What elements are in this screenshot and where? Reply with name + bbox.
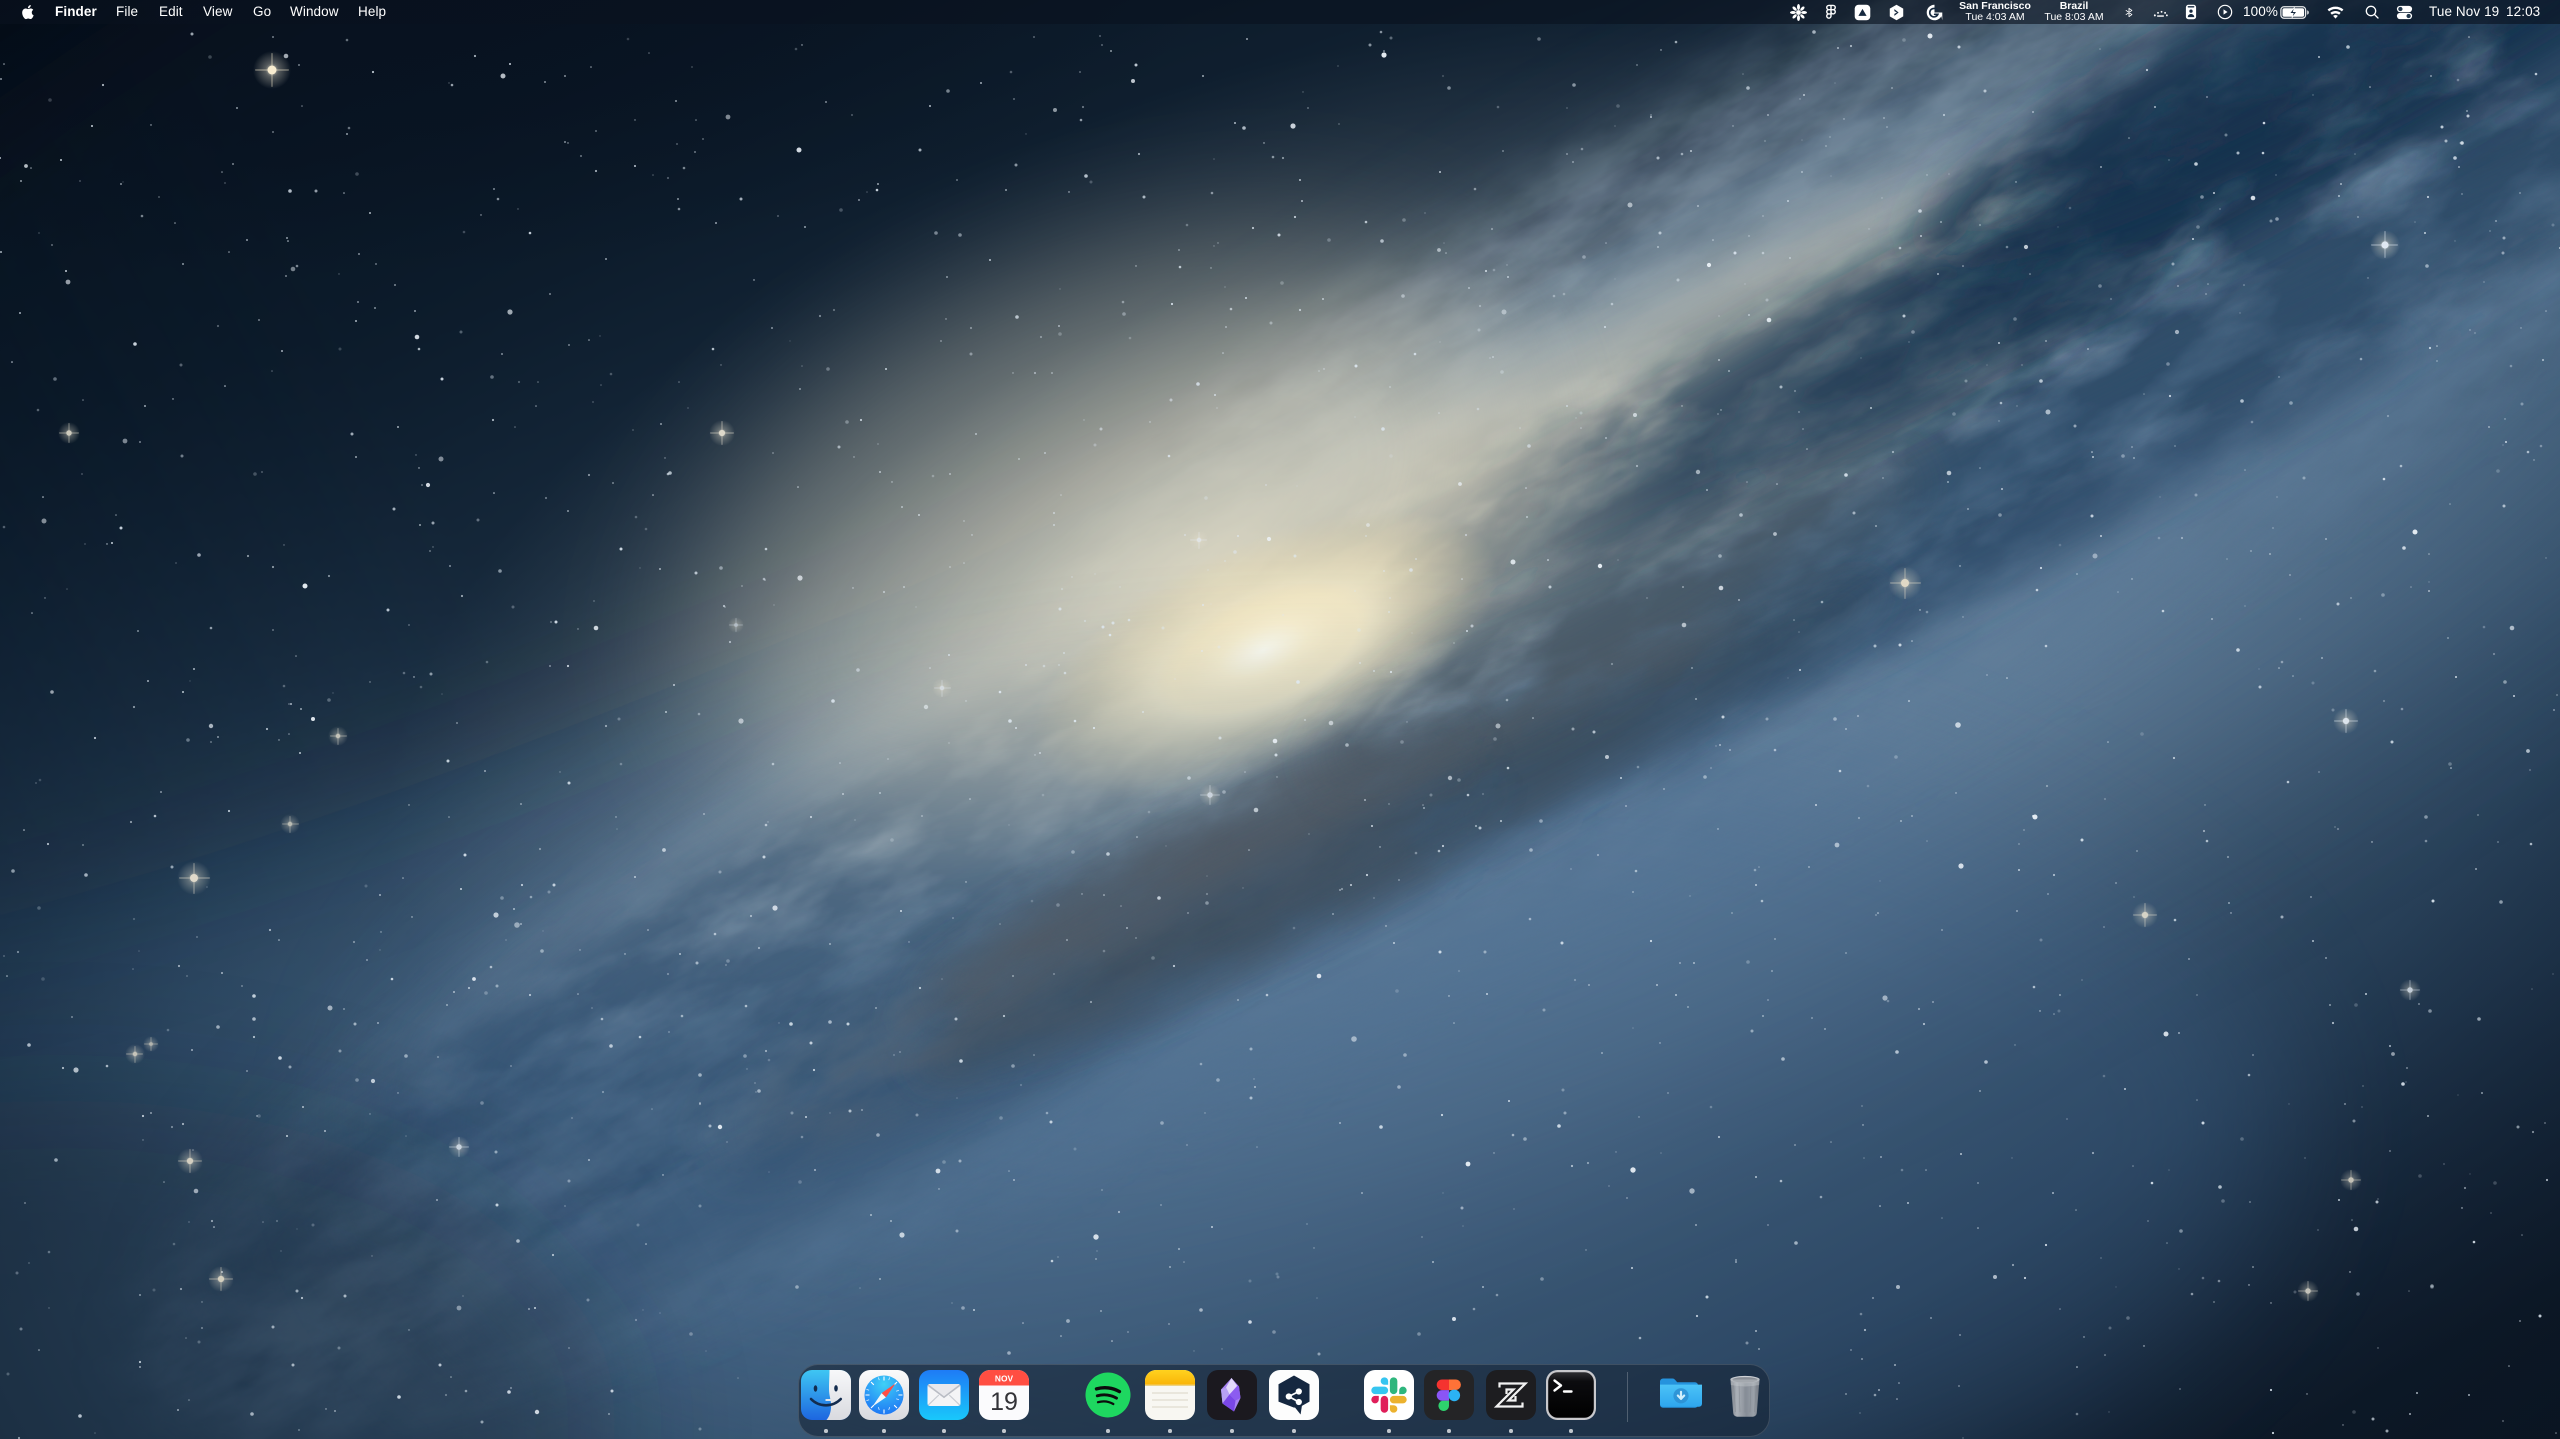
svg-text:NOV: NOV [995, 1374, 1014, 1384]
svg-text:19: 19 [990, 1388, 1018, 1416]
